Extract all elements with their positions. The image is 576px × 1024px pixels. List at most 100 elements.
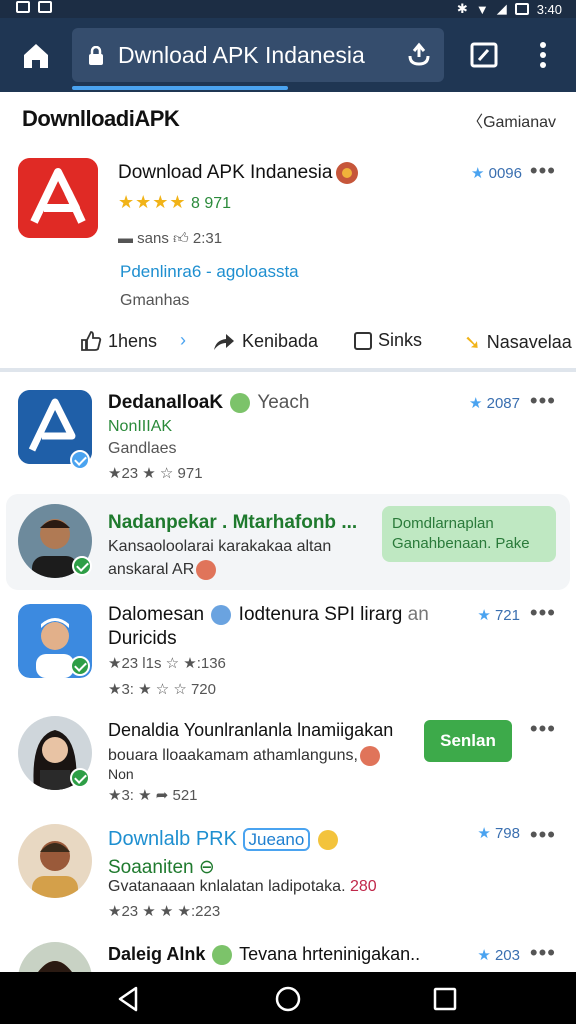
tabs-icon[interactable] <box>470 42 498 68</box>
list-item[interactable]: Denaldia Younlranlanla lnamiigakan bouar… <box>0 708 576 812</box>
avatar <box>18 942 92 972</box>
wifi-icon: ▼ <box>475 1 489 17</box>
battery-icon <box>514 3 529 15</box>
item-likes[interactable]: ★ 203 <box>477 946 520 964</box>
rating-stars: ★★★★ <box>118 192 187 212</box>
like-icon: ★ <box>477 825 491 842</box>
image-notification-icon <box>38 1 52 13</box>
item-meta: ★23 l1s ☆ ★:136 <box>108 655 226 672</box>
item-line: Gandlaes <box>108 440 177 457</box>
item-line: Kansaoloolarai karakakaa altan <box>108 538 332 555</box>
url-bar[interactable]: Dwnload APK Indanesia <box>72 28 444 82</box>
like-icon: ★ <box>471 165 485 182</box>
item-line: bouara lloaakamam athamlanguns, <box>108 746 382 766</box>
status-time: 3:40 <box>536 1 562 17</box>
item-meta: ★23 ★ ★ ★:223 <box>108 903 221 920</box>
badge-icon <box>336 162 359 184</box>
item-line: NonIIIAK <box>108 418 173 435</box>
home-nav-icon[interactable] <box>273 984 303 1014</box>
featured-app-card[interactable]: Download APK Indanesia ★★★★ 8 971 ▬ sans… <box>0 144 576 371</box>
action-share[interactable]: Kenibada <box>212 330 318 352</box>
list-item-highlighted[interactable]: Nadanpekar . Mtarhafonb ... Kansaoloolar… <box>6 494 570 590</box>
emoji-icon <box>230 392 251 413</box>
item-subtitle: Duricids <box>108 628 177 649</box>
thumbs-up-icon: 👍︎ <box>173 230 189 247</box>
share-arrow-icon <box>214 334 234 350</box>
item-line: Non <box>108 766 134 782</box>
item-title: Dalomesan Iodtenura SPI lirarg an <box>108 604 429 625</box>
item-meta: ★3: ★ ➦ 521 <box>108 787 198 804</box>
chevron-left-icon: 〈 <box>467 114 484 131</box>
featured-rating: ★★★★ 8 971 <box>118 192 232 212</box>
page-load-progress <box>72 86 288 90</box>
featured-meta: ▬ sans 👍︎ 2:31 <box>118 230 223 247</box>
item-title: Downlalb PRK Jueano <box>108 828 340 851</box>
tag-icon: ➘ <box>464 332 481 354</box>
like-icon: ★ <box>477 607 491 624</box>
share-icon[interactable] <box>406 42 432 68</box>
emoji-icon <box>359 746 380 766</box>
item-meta: ★3: ★ ☆ ☆ 720 <box>108 681 216 698</box>
featured-link[interactable]: Pdenlinra6 - agoloassta <box>120 262 299 282</box>
more-options-icon[interactable]: ••• <box>530 822 556 848</box>
item-title: Denaldia Younlranlanla lnamiigakan <box>108 720 394 740</box>
featured-subtitle: Gmanhas <box>120 292 190 309</box>
action-likes[interactable]: 1hens <box>80 330 157 352</box>
featured-app-title: Download APK Indanesia <box>118 162 359 184</box>
recents-icon[interactable] <box>430 984 460 1014</box>
item-subtitle: Soaaniten ⊖ <box>108 857 215 878</box>
item-title: Nadanpekar . Mtarhafonb ... <box>108 512 358 533</box>
home-icon[interactable] <box>18 38 54 74</box>
checkbox-icon <box>354 331 372 350</box>
list-item[interactable]: DedanaIloaK Yeach NonIIIAK Gandlaes ★23 … <box>0 378 576 488</box>
action-sinks[interactable]: Sinks <box>354 330 422 351</box>
url-text: Dwnload APK Indanesia <box>118 42 365 68</box>
item-tag: Jueano <box>242 828 311 851</box>
back-icon[interactable] <box>114 984 144 1014</box>
list-item[interactable]: Daleig Alnk Tevana hrteninigakan.. ★ 203… <box>0 938 576 972</box>
item-title: Daleig Alnk Tevana hrteninigakan.. <box>108 944 421 966</box>
more-options-icon[interactable]: ••• <box>530 940 556 966</box>
more-options-icon[interactable]: ••• <box>530 600 556 626</box>
featured-actions: 1hens › Kenibada Sinks ➘ Nasavelaa <box>0 324 576 364</box>
page-header: DownlloadiAPK 〈Gamianav <box>0 92 576 144</box>
lock-icon <box>89 46 103 65</box>
section-divider <box>0 368 576 372</box>
app-logo-icon <box>18 158 98 238</box>
promo-chip[interactable]: Domdlarnaplan Ganahbenaan. Pake <box>382 506 556 562</box>
like-icon: ★ <box>477 947 491 964</box>
bluetooth-icon: ✱ <box>456 1 468 16</box>
notification-icon <box>16 1 30 13</box>
status-bar: ✱ ▼ ◢ 3:40 <box>0 0 576 18</box>
more-vert-icon[interactable] <box>534 40 552 70</box>
emoji-icon <box>212 945 233 966</box>
page-title: DownlloadiAPK <box>22 106 180 131</box>
avatar <box>18 824 92 898</box>
signal-icon: ◢ <box>496 1 507 16</box>
like-icon: ★ <box>469 395 483 412</box>
list-item[interactable]: Downlalb PRK Jueano Soaaniten ⊖ Gvatanaa… <box>0 818 576 934</box>
featured-likes[interactable]: ★ 0096 <box>471 164 522 182</box>
install-button[interactable]: Senlan <box>424 720 512 762</box>
list-item[interactable]: Dalomesan Iodtenura SPI lirarg an Durici… <box>0 596 576 704</box>
item-line: anskaral AR <box>108 560 218 580</box>
item-meta: ★23 ★ ☆ 971 <box>108 465 203 482</box>
system-nav-bar <box>0 972 576 1024</box>
action-save[interactable]: ➘ Nasavelaa <box>464 330 572 355</box>
more-options-icon[interactable]: ••• <box>530 716 556 742</box>
tag-icon: ▬ <box>118 230 133 247</box>
item-title: DedanaIloaK Yeach <box>108 392 310 413</box>
browser-toolbar: Dwnload APK Indanesia <box>0 18 576 92</box>
chevron-right-icon: › <box>180 330 186 350</box>
item-line: Gvatanaaan knlalatan ladipotaka. 280 <box>108 878 377 895</box>
verified-icon <box>70 656 90 676</box>
header-link[interactable]: 〈Gamianav <box>467 108 556 132</box>
item-likes[interactable]: ★ 721 <box>477 606 520 624</box>
circle-check-icon: ⊖ <box>198 857 215 878</box>
item-likes[interactable]: ★ 798 <box>477 824 520 842</box>
more-options-icon[interactable]: ••• <box>530 388 556 414</box>
emoji-icon <box>317 829 338 850</box>
item-likes[interactable]: ★ 2087 <box>469 394 520 412</box>
more-options-icon[interactable]: ••• <box>530 158 556 184</box>
verified-icon <box>70 768 90 788</box>
